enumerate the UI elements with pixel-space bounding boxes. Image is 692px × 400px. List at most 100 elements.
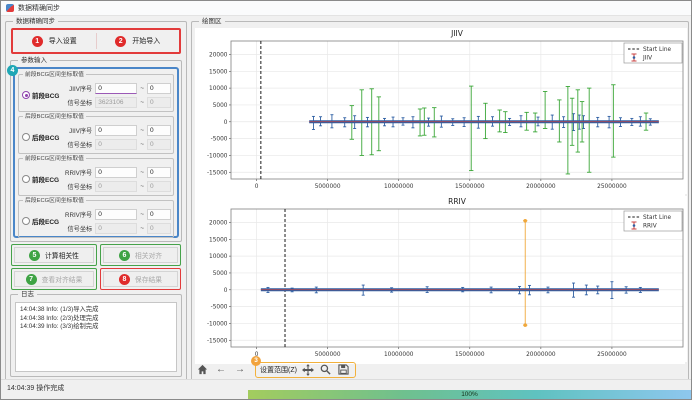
import-settings-button[interactable]: 1 导入设置	[13, 30, 96, 52]
front-bcg-coord-end-input	[147, 97, 171, 108]
chart-jiiv[interactable]: 0500000010000000150000002000000025000000…	[195, 28, 687, 194]
front-ecg-rriv-end-input[interactable]	[147, 167, 171, 178]
log-area[interactable]: 14:04:38 Info: (1/3)导入完成 14:04:38 Info: …	[15, 302, 177, 372]
save-icon[interactable]	[337, 363, 351, 377]
section-front-bcg: 前段BCG区间坐标取值 前段BCG JIIV序号 ~	[18, 74, 174, 112]
front-bcg-jiiv-end-input[interactable]	[147, 83, 171, 94]
front-ecg-rriv-start-input[interactable]	[95, 167, 137, 178]
step-badge-8: 8	[119, 274, 130, 285]
svg-text:0: 0	[224, 288, 228, 294]
chart-rriv[interactable]: 0500000010000000150000002000000025000000…	[195, 196, 687, 362]
rear-bcg-jiiv-start-input[interactable]	[95, 125, 137, 136]
radio-dot-front-ecg	[22, 175, 30, 183]
sync-panel-label: 数据精确同步	[13, 17, 58, 26]
titlebar: 数据精确同步	[1, 1, 691, 16]
plot-toolbar: ← → 3 设置范围(Z)	[195, 361, 356, 378]
rear-ecg-rriv-end-input[interactable]	[147, 209, 171, 220]
svg-text:-15000: -15000	[207, 170, 228, 176]
window-title: 数据精确同步	[18, 3, 60, 13]
svg-text:0: 0	[255, 184, 259, 190]
step-badge-5: 5	[29, 250, 40, 261]
rear-bcg-coord-start-input	[95, 139, 137, 150]
svg-text:15000: 15000	[209, 237, 228, 243]
svg-text:RRIV: RRIV	[448, 197, 467, 206]
view-align-result-box: 7 查看对齐结果	[11, 268, 97, 290]
front-ecg-coord-end-input	[147, 181, 171, 192]
correlation-align-button: 6 相关对齐	[103, 247, 178, 263]
step-badge-1: 1	[32, 36, 43, 47]
zoom-icon[interactable]	[319, 363, 333, 377]
svg-text:-10000: -10000	[207, 321, 228, 327]
step-badge-3: 3	[251, 356, 261, 366]
section-rear-ecg-title: 后段ECG区间坐标取值	[23, 197, 86, 205]
set-range-button[interactable]: 设置范围(Z)	[260, 365, 297, 375]
svg-text:-15000: -15000	[207, 338, 228, 344]
step-badge-2: 2	[115, 36, 126, 47]
svg-text:15000: 15000	[209, 69, 228, 75]
front-bcg-jiiv-start-input[interactable]	[95, 83, 137, 94]
start-import-button[interactable]: 2 开始导入	[97, 30, 180, 52]
back-icon[interactable]: ←	[214, 363, 228, 377]
calc-correlation-box: 5 计算相关性	[11, 244, 97, 266]
radio-front-bcg[interactable]: 前段BCG	[22, 90, 60, 100]
front-bcg-coord-start-input	[95, 97, 137, 108]
svg-text:JIIV: JIIV	[642, 56, 652, 62]
plot-area-label: 绘图区	[199, 17, 225, 26]
rear-ecg-coord-end-input	[147, 223, 171, 234]
progress-bar: 100%	[248, 390, 691, 399]
svg-text:10000000: 10000000	[384, 184, 414, 190]
params-group-label: 参数输入	[18, 56, 50, 65]
params-highlight-box: 4 前段BCG区间坐标取值 前段BCG JIIV序号 ~	[13, 67, 179, 238]
svg-text:20000000: 20000000	[526, 352, 556, 358]
rear-ecg-rriv-start-input[interactable]	[95, 209, 137, 220]
svg-text:Start Line: Start Line	[643, 47, 672, 53]
start-import-label: 开始导入	[132, 36, 160, 46]
section-rear-bcg-title: 后段BCG区间坐标取值	[23, 113, 86, 121]
step-badge-4: 4	[7, 65, 18, 76]
plot-area-group: 绘图区 050000001000000015000000200000002500…	[191, 21, 689, 381]
svg-text:0: 0	[224, 120, 228, 126]
svg-text:20000000: 20000000	[526, 184, 556, 190]
radio-dot-rear-ecg	[22, 217, 30, 225]
chart-canvas: 0500000010000000150000002000000025000000…	[195, 28, 685, 364]
range-tool-group: 3 设置范围(Z)	[255, 362, 356, 378]
svg-text:20000: 20000	[209, 52, 228, 58]
svg-text:-5000: -5000	[211, 137, 228, 143]
log-group: 日志 14:04:38 Info: (1/3)导入完成 14:04:38 Inf…	[10, 294, 182, 377]
statusbar: 14:04:39 操作完成 100%	[1, 379, 691, 399]
app-icon	[6, 4, 14, 12]
progress-label: 100%	[461, 390, 478, 399]
svg-text:5000000: 5000000	[315, 352, 341, 358]
radio-front-ecg[interactable]: 前段ECG	[22, 174, 60, 184]
step-badge-6: 6	[119, 250, 130, 261]
rear-bcg-jiiv-end-input[interactable]	[147, 125, 171, 136]
app-window: 数据精确同步 数据精确同步 1 导入设置 2 开始导入 参数输入 4 前段BCG…	[0, 0, 692, 400]
pan-icon[interactable]	[301, 363, 315, 377]
view-align-result-button: 7 查看对齐结果	[14, 271, 94, 287]
correlation-align-box: 6 相关对齐	[100, 244, 181, 266]
home-icon[interactable]	[195, 363, 209, 377]
svg-text:5000: 5000	[213, 103, 228, 109]
svg-text:5000000: 5000000	[315, 184, 341, 190]
front-ecg-coord-start-input	[95, 181, 137, 192]
rear-bcg-coord-end-input	[147, 139, 171, 150]
forward-icon[interactable]: →	[233, 363, 247, 377]
svg-text:-10000: -10000	[207, 153, 228, 159]
svg-text:-5000: -5000	[211, 305, 228, 311]
section-front-ecg: 前段ECG区间坐标取值 前段ECG RRIV序号 ~	[18, 158, 174, 196]
radio-rear-bcg[interactable]: 后段BCG	[22, 132, 60, 142]
log-line: 14:04:39 Info: (3/3)绘制完成	[20, 323, 172, 332]
step-badge-7: 7	[26, 274, 37, 285]
svg-text:10000: 10000	[209, 86, 228, 92]
radio-rear-ecg[interactable]: 后段ECG	[22, 216, 60, 226]
log-line: 14:04:38 Info: (1/3)导入完成	[20, 306, 172, 315]
section-rear-ecg: 后段ECG区间坐标取值 后段ECG RRIV序号 ~	[18, 200, 174, 238]
svg-text:10000000: 10000000	[384, 352, 414, 358]
svg-text:25000000: 25000000	[597, 184, 627, 190]
rear-ecg-coord-start-input	[95, 223, 137, 234]
svg-text:Start Line: Start Line	[643, 215, 672, 221]
section-front-ecg-title: 前段ECG区间坐标取值	[23, 155, 86, 163]
import-buttons-box: 1 导入设置 2 开始导入	[11, 28, 181, 54]
calc-correlation-button[interactable]: 5 计算相关性	[14, 247, 94, 263]
log-line: 14:04:38 Info: (2/3)处理完成	[20, 315, 172, 324]
